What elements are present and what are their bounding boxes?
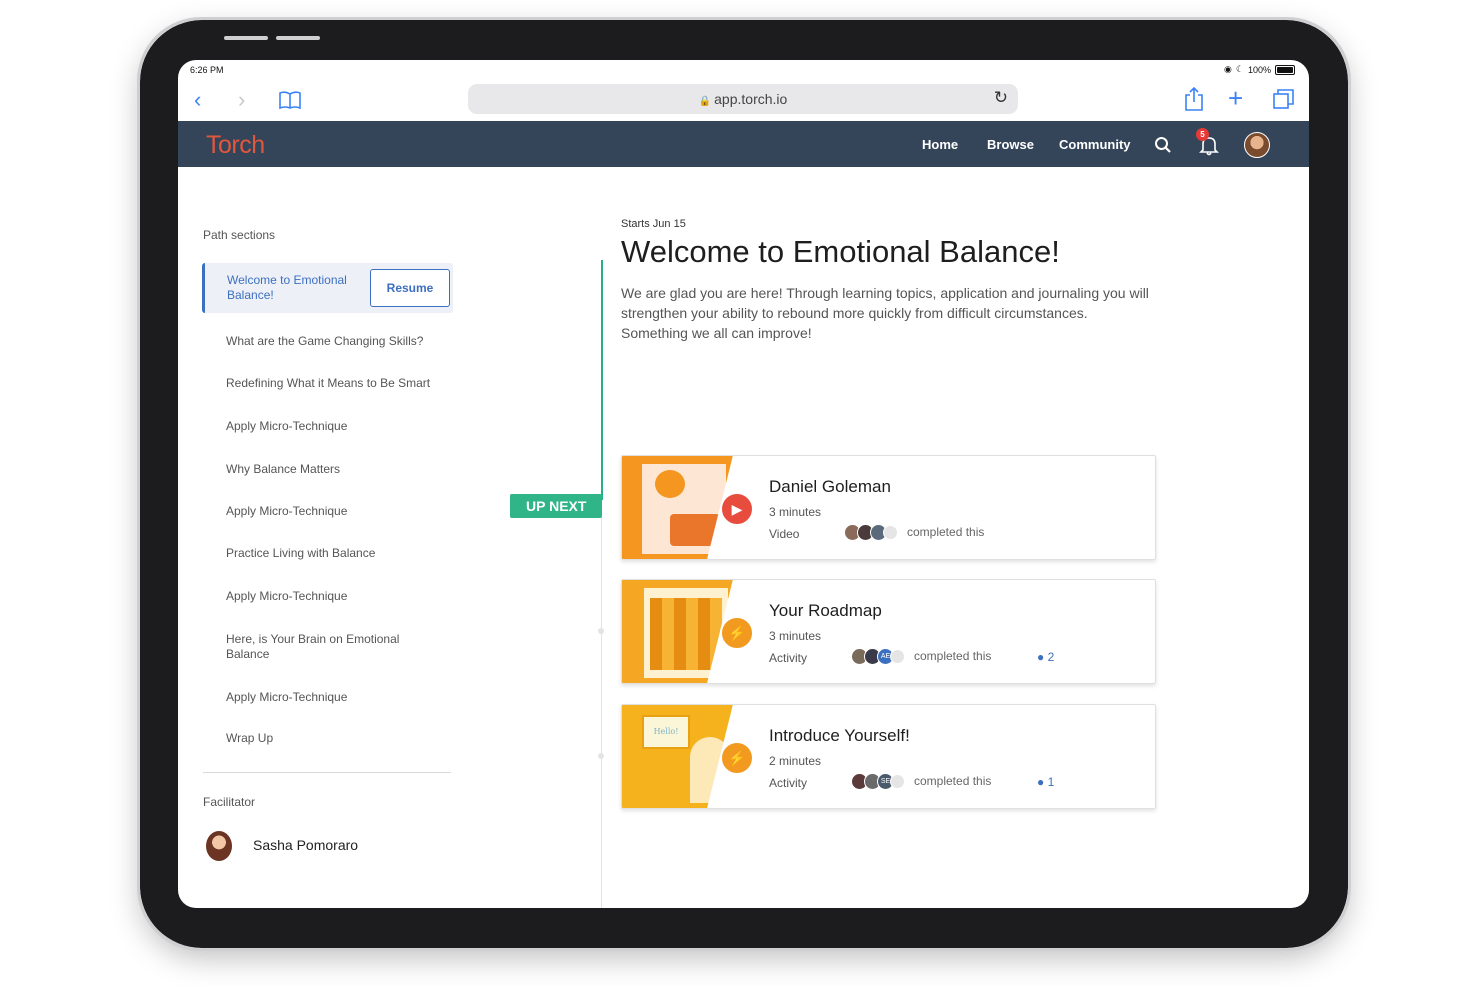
play-icon: ▶ — [720, 492, 754, 526]
browser-toolbar: ‹ › 🔒 app.torch.io ↻ + — [178, 80, 1309, 122]
status-time: 6:26 PM — [190, 65, 224, 75]
card-duration: 3 minutes — [769, 505, 822, 519]
nav-community[interactable]: Community — [1059, 137, 1131, 152]
facilitator-avatar[interactable] — [206, 831, 232, 861]
timeline-dot — [598, 628, 604, 634]
card-type: Activity — [769, 651, 808, 665]
card-title: Daniel Goleman — [769, 477, 891, 496]
tabs-icon[interactable] — [1272, 88, 1296, 110]
user-avatar[interactable] — [1244, 132, 1270, 158]
card-type: Video — [769, 527, 800, 541]
card-title: Your Roadmap — [769, 601, 882, 620]
torch-logo[interactable]: Torch — [206, 131, 265, 160]
address-bar[interactable]: 🔒 app.torch.io ↻ — [468, 84, 1018, 114]
lock-icon: 🔒 — [698, 96, 712, 107]
sidebar-item[interactable]: Apply Micro-Technique — [226, 589, 456, 604]
sidebar-item[interactable]: Wrap Up — [226, 731, 456, 746]
sidebar-item-active[interactable]: Welcome to Emotional Balance! Resume — [202, 263, 453, 313]
completed-avatars — [844, 524, 898, 541]
sidebar-item[interactable]: Practice Living with Balance — [226, 546, 456, 561]
sidebar-item-label: Welcome to Emotional Balance! — [227, 273, 347, 302]
comments-count[interactable]: ● 2 — [1037, 650, 1054, 664]
content-card-activity[interactable]: ⚡ Your Roadmap 3 minutes Activity AE com… — [621, 579, 1156, 684]
card-duration: 3 minutes — [769, 629, 822, 643]
page-description: We are glad you are here! Through learni… — [621, 285, 1149, 341]
sidebar-divider — [203, 772, 451, 773]
forward-icon[interactable]: › — [238, 86, 245, 114]
new-tab-icon[interactable]: + — [1228, 84, 1243, 112]
completed-avatars: SE — [851, 773, 905, 790]
completed-label: completed this — [914, 774, 992, 788]
up-next-label: UP NEXT — [510, 494, 602, 518]
battery-icon — [1275, 64, 1295, 75]
comments-number: 2 — [1047, 650, 1055, 664]
content-card-video[interactable]: ▶ Daniel Goleman 3 minutes Video complet… — [621, 455, 1156, 560]
sidebar-item[interactable]: What are the Game Changing Skills? — [226, 334, 456, 349]
volume-button — [224, 36, 268, 40]
content-card-activity[interactable]: Hello! ⚡ Introduce Yourself! 2 minutes A… — [621, 704, 1156, 809]
battery-percent: 100% — [1247, 64, 1271, 75]
lightning-icon: ⚡ — [720, 616, 754, 650]
comments-number: 1 — [1047, 775, 1055, 789]
sidebar-item[interactable]: Apply Micro-Technique — [226, 419, 456, 434]
path-sections-heading: Path sections — [203, 228, 276, 242]
wifi-icon: ◉ — [1224, 64, 1232, 74]
sidebar-item[interactable]: Apply Micro-Technique — [226, 690, 456, 705]
avatar-more — [883, 525, 898, 540]
resume-button[interactable]: Resume — [370, 269, 450, 307]
url-text: app.torch.io — [714, 91, 788, 107]
search-icon[interactable] — [1154, 136, 1172, 154]
avatar-more — [890, 774, 905, 789]
sidebar: Path sections Welcome to Emotional Balan… — [178, 167, 478, 908]
card-duration: 2 minutes — [769, 754, 822, 768]
facilitator-heading: Facilitator — [203, 795, 256, 809]
back-icon[interactable]: ‹ — [194, 86, 201, 114]
app-navbar: Torch Home Browse Community 5 — [178, 121, 1309, 167]
card-title: Introduce Yourself! — [769, 726, 910, 745]
power-button — [276, 36, 320, 40]
sidebar-item[interactable]: Here, is Your Brain on Emotional Balance — [226, 632, 426, 662]
nav-browse[interactable]: Browse — [987, 137, 1034, 152]
sidebar-item[interactable]: Redefining What it Means to Be Smart — [226, 376, 456, 391]
card-type: Activity — [769, 776, 808, 790]
completed-label: completed this — [914, 649, 992, 663]
comments-count[interactable]: ● 1 — [1037, 775, 1054, 789]
start-date: Starts Jun 15 — [621, 218, 686, 230]
bookmarks-icon[interactable] — [278, 90, 302, 110]
avatar-more — [890, 649, 905, 664]
notification-badge: 5 — [1196, 128, 1209, 141]
timeline-dot — [598, 753, 604, 759]
lightning-icon: ⚡ — [720, 741, 754, 775]
completed-label: completed this — [907, 525, 985, 539]
sidebar-item[interactable]: Apply Micro-Technique — [226, 504, 456, 519]
speech-bubble-text: Hello! — [642, 715, 690, 749]
reload-icon[interactable]: ↻ — [994, 88, 1008, 108]
nav-home[interactable]: Home — [922, 137, 958, 152]
completed-avatars: AE — [851, 648, 905, 665]
screen: 6:26 PM ◉ ☾ 100% ‹ › 🔒 app.torch.io ↻ + T… — [178, 60, 1309, 908]
sidebar-item[interactable]: Why Balance Matters — [226, 462, 456, 477]
status-bar: 6:26 PM ◉ ☾ 100% — [178, 60, 1309, 80]
timeline-progress — [601, 260, 603, 500]
moon-icon: ☾ — [1235, 64, 1244, 74]
page-title: Welcome to Emotional Balance! — [621, 234, 1060, 269]
share-icon[interactable] — [1183, 86, 1205, 112]
facilitator-name[interactable]: Sasha Pomoraro — [253, 837, 358, 853]
